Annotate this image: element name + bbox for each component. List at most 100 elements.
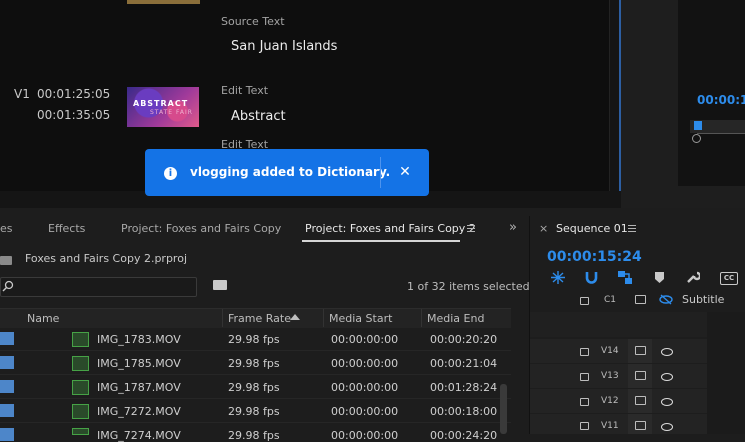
eye-icon[interactable] [661, 348, 673, 356]
eye-hidden-icon[interactable] [659, 294, 673, 305]
clip-thumbnail-top [127, 0, 200, 4]
label-color-chip[interactable] [0, 380, 14, 393]
project-file-name: Foxes and Fairs Copy 2.prproj [25, 252, 187, 265]
lock-icon[interactable] [580, 398, 589, 406]
lock-icon[interactable] [580, 373, 589, 381]
marker-icon[interactable] [655, 272, 664, 283]
column-divider[interactable] [222, 309, 223, 327]
sort-ascending-icon[interactable] [290, 314, 300, 320]
row-divider [0, 422, 511, 423]
lock-icon[interactable] [580, 297, 589, 305]
clip-frame-rate: 29.98 fps [228, 429, 280, 442]
tab-project-foxes-and-fairs-copy-2[interactable]: Project: Foxes and Fairs Copy 2 [305, 222, 476, 235]
lock-icon[interactable] [580, 348, 589, 356]
clip-media-end: 00:00:20:20 [430, 333, 498, 346]
zoom-handle-icon[interactable] [692, 134, 701, 143]
clip-media-end: 00:01:28:24 [430, 381, 498, 394]
timecode-out: 00:01:35:05 [37, 108, 111, 122]
clip-media-start: 00:00:00:00 [331, 381, 399, 394]
track-output-icon[interactable] [635, 396, 646, 405]
snap-icon[interactable] [551, 271, 565, 284]
column-divider[interactable] [421, 309, 422, 327]
track-output-icon[interactable] [635, 421, 646, 430]
toast-divider [380, 157, 381, 188]
track-label[interactable]: V11 [601, 421, 619, 431]
new-search-bin-icon[interactable] [213, 280, 227, 290]
magnet-icon[interactable] [585, 271, 598, 284]
timeline-track-area[interactable] [707, 312, 745, 434]
clip-frame-rate: 29.98 fps [228, 357, 280, 370]
project-folder-icon [0, 256, 12, 265]
label-color-chip[interactable] [0, 428, 14, 441]
items-selected-count: 1 of 32 items selected [407, 280, 530, 293]
eye-icon[interactable] [661, 373, 673, 381]
video-clip-icon [72, 380, 89, 395]
clip-name: IMG_7274.MOV [97, 429, 181, 442]
video-clip-icon [72, 332, 89, 347]
search-input[interactable] [0, 277, 197, 297]
track-label: V1 [14, 87, 30, 101]
track-output-icon[interactable] [635, 371, 646, 380]
track-output-icon[interactable] [635, 295, 646, 304]
tab-menu-icon[interactable] [467, 225, 475, 234]
thumbnail-title: ABSTRACT [133, 99, 189, 108]
tab-effects[interactable]: Effects [48, 222, 85, 235]
eye-icon[interactable] [661, 423, 673, 431]
tab-sequence-01[interactable]: Sequence 01 [556, 222, 628, 235]
caption-track-label: C1 [604, 295, 617, 305]
clip-name: IMG_7272.MOV [97, 405, 181, 418]
toast-message: vlogging added to Dictionary. [190, 165, 391, 179]
eye-icon[interactable] [661, 398, 673, 406]
column-frame-rate-header[interactable]: Frame Rate [228, 312, 291, 325]
label-color-chip[interactable] [0, 404, 14, 417]
track-label[interactable]: V14 [601, 346, 619, 356]
clip-name: IMG_1783.MOV [97, 333, 181, 346]
search-icon [2, 280, 14, 292]
clip-media-end: 00:00:24:20 [430, 429, 498, 442]
label-color-chip[interactable] [0, 332, 14, 345]
column-divider[interactable] [323, 309, 324, 327]
edit-text-value[interactable]: Abstract [231, 109, 286, 124]
row-divider [0, 398, 511, 399]
clip-name: IMG_1787.MOV [97, 381, 181, 394]
tab-project-foxes-and-fairs-copy[interactable]: Project: Foxes and Fairs Copy [121, 222, 281, 235]
clip-media-end: 00:00:21:04 [430, 357, 498, 370]
playhead-icon[interactable] [694, 121, 702, 130]
close-sequence-icon[interactable]: × [539, 222, 548, 235]
source-text-value[interactable]: San Juan Islands [231, 39, 337, 54]
track-label[interactable]: V13 [601, 371, 619, 381]
column-media-end-header[interactable]: Media End [427, 312, 484, 325]
row-divider [0, 374, 511, 375]
timecode-in: 00:01:25:05 [37, 87, 111, 101]
subtitle-track-name: Subtitle [682, 293, 725, 306]
sequence-menu-icon[interactable] [628, 225, 636, 234]
label-color-chip[interactable] [0, 356, 14, 369]
track-label[interactable]: V12 [601, 396, 619, 406]
tab-libraries[interactable]: es [0, 222, 13, 235]
wrench-icon[interactable] [686, 270, 700, 284]
clip-media-start: 00:00:00:00 [331, 357, 399, 370]
video-clip-icon [72, 404, 89, 419]
linked-selection-icon[interactable] [618, 271, 632, 284]
track-output-icon[interactable] [635, 346, 646, 355]
clip-media-start: 00:00:00:00 [331, 429, 399, 442]
clip-media-end: 00:00:18:00 [430, 405, 498, 418]
column-name-header[interactable]: Name [27, 312, 59, 325]
scrub-line [697, 133, 745, 134]
toast-close-button[interactable]: ✕ [398, 164, 412, 180]
clip-media-start: 00:00:00:00 [331, 333, 399, 346]
clip-frame-rate: 29.98 fps [228, 381, 280, 394]
sequence-timecode[interactable]: 00:00:15:24 [547, 249, 642, 265]
clip-media-start: 00:00:00:00 [331, 405, 399, 418]
captions-icon[interactable]: CC [720, 272, 738, 285]
clip-name: IMG_1785.MOV [97, 357, 181, 370]
column-media-start-header[interactable]: Media Start [329, 312, 392, 325]
thumbnail-subtitle: STATE FAIR [150, 109, 193, 116]
row-divider [0, 350, 511, 351]
active-tab-underline [302, 240, 460, 242]
lock-icon[interactable] [580, 422, 589, 430]
more-tabs-chevron-icon[interactable]: » [509, 220, 517, 235]
program-timecode[interactable]: 00:00:1 [697, 93, 745, 107]
vertical-scrollbar[interactable] [500, 384, 507, 434]
video-clip-icon [72, 356, 89, 371]
